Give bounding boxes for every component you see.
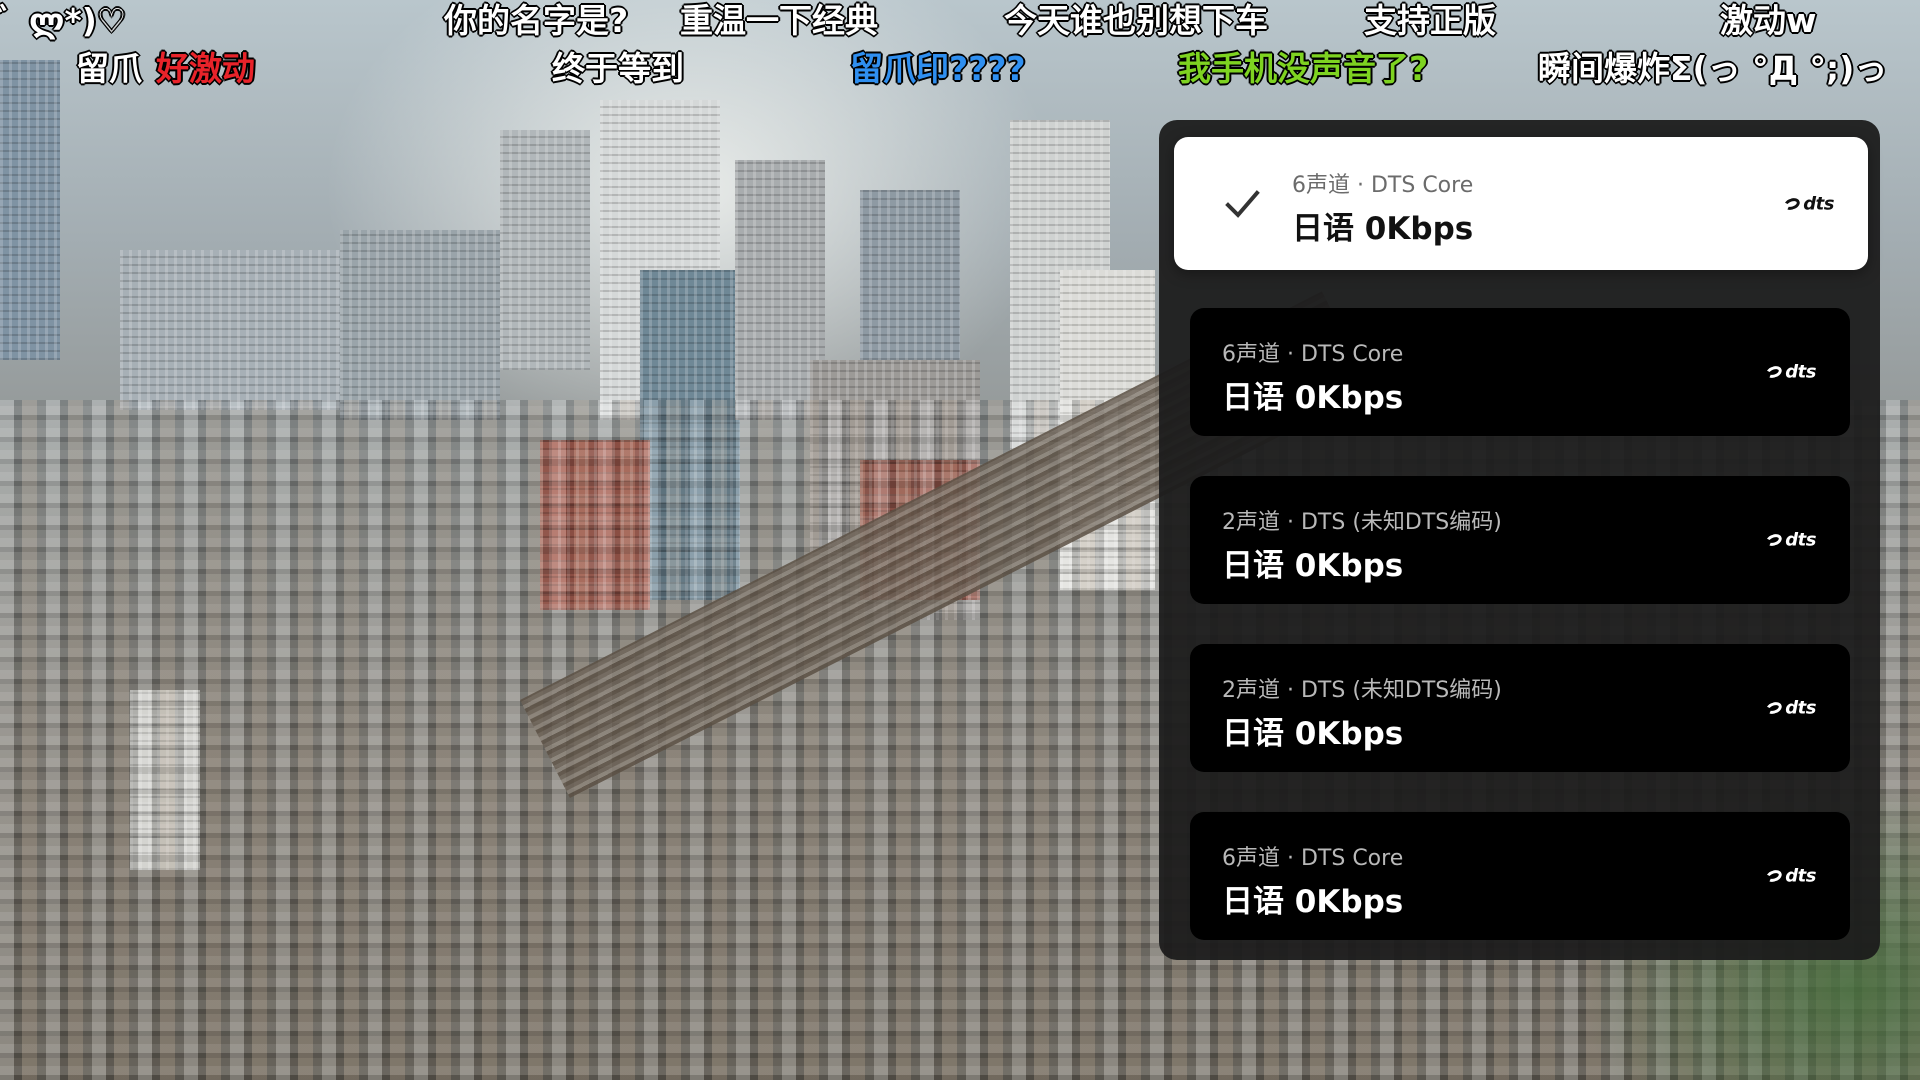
audio-track-option[interactable]: 2声道 · DTS (未知DTS编码) 日语 0Kbps dts [1190,644,1850,772]
track-meta: 2声道 · DTS (未知DTS编码) [1222,678,1502,703]
audio-track-option[interactable]: 6声道 · DTS Core 日语 0Kbps dts [1190,308,1850,436]
danmaku-comment: 留爪 [76,49,142,88]
audio-track-option-selected[interactable]: 6声道 · DTS Core 日语 0Kbps dts [1174,137,1868,270]
danmaku-comment: 今天谁也别想下车 [1004,1,1268,40]
audio-track-panel: 6声道 · DTS Core 日语 0Kbps dts 6声道 · DTS Co… [1159,120,1880,960]
danmaku-comment: 激动w [1720,1,1817,40]
building [0,60,60,360]
track-label: 日语 0Kbps [1222,380,1404,416]
dts-logo-icon: dts [1764,362,1816,383]
building [340,230,500,420]
track-label: 日语 0Kbps [1222,716,1404,752]
track-label: 日语 0Kbps [1222,548,1404,584]
audio-track-option[interactable]: 2声道 · DTS (未知DTS编码) 日语 0Kbps dts [1190,476,1850,604]
dts-logo-icon: dts [1764,866,1816,887]
danmaku-comment: 重温一下经典 [680,1,878,40]
building [120,250,340,410]
danmaku-comment: ゛ლ*)♡ [0,1,127,40]
dts-logo-icon: dts [1764,698,1816,719]
dts-logo-icon: dts [1764,530,1816,551]
track-meta: 6声道 · DTS Core [1222,846,1404,871]
audio-track-option[interactable]: 6声道 · DTS Core 日语 0Kbps dts [1190,812,1850,940]
danmaku-comment: 支持正版 [1364,1,1496,40]
danmaku-comment: 留爪印???? [850,49,1026,88]
danmaku-comment: 瞬间爆炸Σ(っ °Д °;)っ [1538,49,1888,88]
building [500,130,590,370]
track-meta: 2声道 · DTS (未知DTS编码) [1222,510,1502,535]
dts-logo-icon: dts [1782,193,1834,214]
danmaku-comment: 你的名字是? [444,1,629,40]
danmaku-comment: 好激动 [156,49,255,88]
danmaku-comment: 我手机没声音了? [1178,49,1429,88]
checkmark-icon [1225,189,1260,218]
building [860,190,960,360]
danmaku-comment: 终于等到 [552,49,684,88]
track-label: 日语 0Kbps [1292,211,1474,247]
track-meta: 6声道 · DTS Core [1292,173,1474,198]
track-meta: 6声道 · DTS Core [1222,342,1404,367]
track-label: 日语 0Kbps [1222,884,1404,920]
